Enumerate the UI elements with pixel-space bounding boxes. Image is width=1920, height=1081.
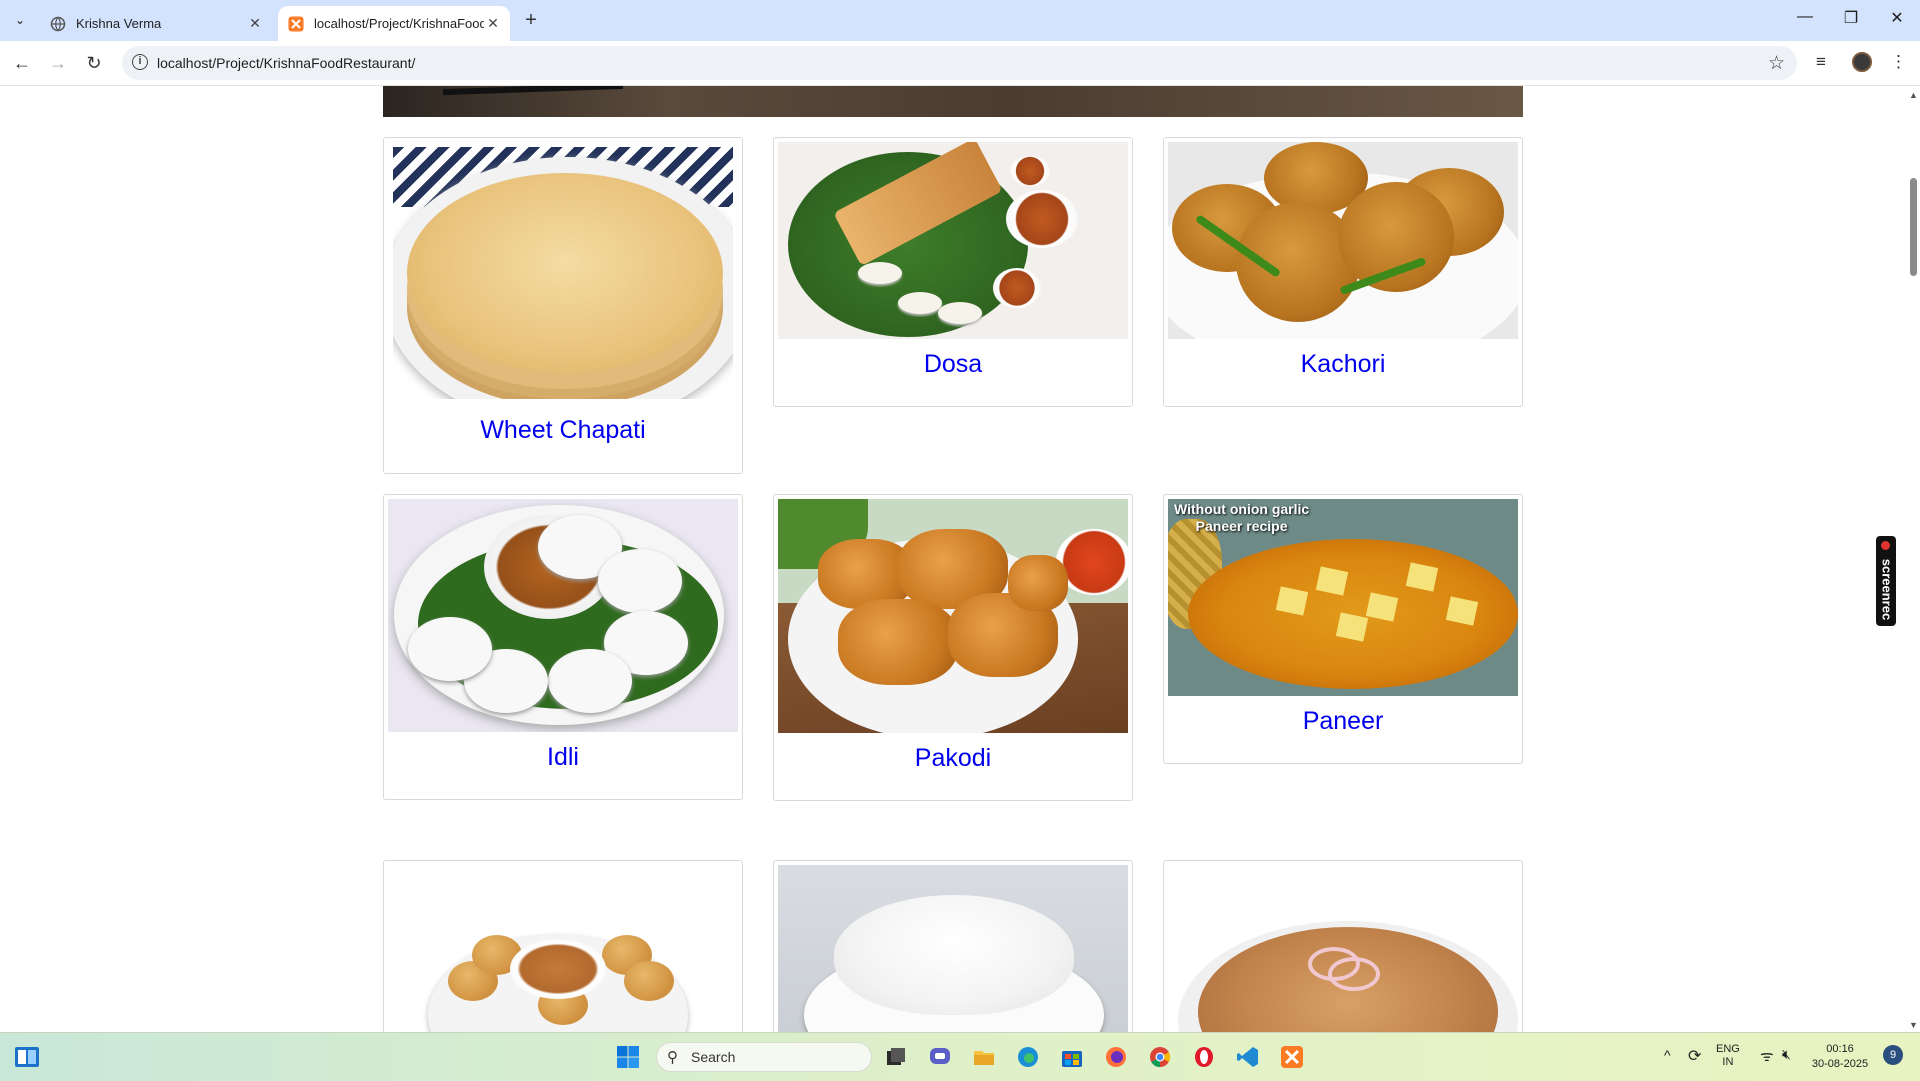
opera-icon[interactable] xyxy=(1192,1045,1216,1069)
page-viewport: Wheet Chapati Dosa Kachori Idli Pakodi W… xyxy=(0,86,1906,1032)
bookmark-star-icon[interactable]: ☆ xyxy=(1768,52,1785,75)
teams-chat-icon[interactable] xyxy=(928,1045,952,1069)
menu-item-name[interactable]: Idli xyxy=(384,743,742,772)
start-windows-icon[interactable] xyxy=(616,1045,640,1069)
screenrec-label: screenrec xyxy=(1879,558,1895,621)
hero-banner-image xyxy=(383,86,1523,117)
dosa-image xyxy=(778,142,1128,339)
clock[interactable]: 00:16 30-08-2025 xyxy=(1810,1042,1870,1072)
menu-item-name[interactable]: Pakodi xyxy=(774,744,1132,773)
tab-search-chevron-icon[interactable]: ⌄ xyxy=(10,10,30,30)
globe-icon xyxy=(50,16,66,31)
address-bar[interactable]: i localhost/Project/KrishnaFoodRestauran… xyxy=(122,46,1797,80)
store-icon[interactable] xyxy=(1060,1045,1084,1069)
site-info-icon[interactable]: i xyxy=(132,54,148,70)
search-label: Search xyxy=(691,1049,736,1065)
back-icon[interactable]: ← xyxy=(10,52,34,74)
close-window-icon[interactable]: ✕ xyxy=(1882,8,1912,28)
more-menu-icon[interactable]: ⋮ xyxy=(1890,52,1907,72)
page-scrollbar[interactable]: ▲ ▼ xyxy=(1906,86,1920,1032)
language-indicator[interactable]: ENG IN xyxy=(1716,1043,1740,1069)
menu-card-kachori[interactable]: Kachori xyxy=(1163,137,1523,407)
task-view-icon[interactable] xyxy=(884,1045,908,1069)
profile-avatar[interactable] xyxy=(1852,52,1872,72)
url-text[interactable]: localhost/Project/KrishnaFoodRestaurant/ xyxy=(157,55,415,71)
pani-puri-image xyxy=(388,865,738,1032)
scroll-down-icon[interactable]: ▼ xyxy=(1909,1020,1918,1030)
paneer-image: Without onion garlic Paneer recipe xyxy=(1168,499,1518,696)
date-text: 30-08-2025 xyxy=(1811,1058,1869,1070)
paratha-image xyxy=(1168,865,1518,1032)
pakodi-image xyxy=(778,499,1128,733)
wifi-icon[interactable]: ᯤ xyxy=(1760,1046,1774,1066)
close-tab-icon[interactable]: ✕ xyxy=(246,15,264,32)
menu-card-paratha[interactable] xyxy=(1163,860,1523,1032)
media-control-icon[interactable]: ≡ xyxy=(1816,52,1826,72)
menu-card-paneer[interactable]: Without onion garlic Paneer recipe Panee… xyxy=(1163,494,1523,764)
close-tab-icon[interactable]: ✕ xyxy=(484,15,502,32)
scroll-up-icon[interactable]: ▲ xyxy=(1909,90,1918,100)
reload-icon[interactable]: ↻ xyxy=(82,52,106,74)
tab-krishna-verma[interactable]: Krishna Verma ✕ xyxy=(40,6,272,41)
menu-item-name[interactable]: Paneer xyxy=(1164,707,1522,736)
show-hidden-icons-chevron[interactable]: ^ xyxy=(1664,1047,1671,1063)
xampp-icon xyxy=(288,16,304,31)
paneer-image-caption: Without onion garlic Paneer recipe xyxy=(1174,501,1310,534)
kachori-image xyxy=(1168,142,1518,339)
menu-card-pakodi[interactable]: Pakodi xyxy=(773,494,1133,801)
tab-title: Krishna Verma xyxy=(76,16,162,31)
browser-tab-strip: ⌄ Krishna Verma ✕ localhost/Project/Kris… xyxy=(0,0,1920,41)
restore-icon[interactable]: ❐ xyxy=(1836,8,1866,28)
menu-card-chapati[interactable]: Wheet Chapati xyxy=(383,137,743,474)
edge-icon[interactable] xyxy=(1016,1045,1040,1069)
new-tab-icon[interactable]: + xyxy=(520,9,542,32)
menu-item-name[interactable]: Dosa xyxy=(774,350,1132,379)
search-icon: ⚲ xyxy=(667,1049,678,1066)
chapati-image xyxy=(393,147,733,399)
idli-image xyxy=(388,499,738,732)
menu-item-name[interactable]: Kachori xyxy=(1164,350,1522,379)
xampp-taskbar-icon[interactable] xyxy=(1280,1045,1304,1069)
menu-card-pani-puri[interactable] xyxy=(383,860,743,1032)
scrollbar-thumb[interactable] xyxy=(1910,178,1917,276)
tab-localhost[interactable]: localhost/Project/KrishnaFoodR ✕ xyxy=(278,6,510,41)
time-text: 00:16 xyxy=(1826,1043,1854,1055)
firefox-icon[interactable] xyxy=(1104,1045,1128,1069)
record-dot-icon xyxy=(1881,541,1890,550)
rice-image xyxy=(778,865,1128,1032)
menu-card-rice[interactable] xyxy=(773,860,1133,1032)
chrome-icon[interactable] xyxy=(1148,1045,1172,1069)
menu-card-dosa[interactable]: Dosa xyxy=(773,137,1133,407)
windows-taskbar: ⚲ Search ^ ⟳ ENG IN ᯤ 🔇︎ 00:16 30-08-202… xyxy=(0,1032,1920,1081)
notification-badge[interactable]: 9 xyxy=(1883,1045,1903,1065)
screenrec-widget[interactable]: screenrec xyxy=(1876,536,1896,626)
browser-toolbar: ← → ↻ i localhost/Project/KrishnaFoodRes… xyxy=(0,41,1920,86)
speaker-muted-icon[interactable]: 🔇︎ xyxy=(1782,1046,1791,1063)
widgets-icon[interactable] xyxy=(14,1046,40,1068)
file-explorer-icon[interactable] xyxy=(972,1045,996,1069)
taskbar-search-box[interactable]: ⚲ Search xyxy=(656,1042,872,1072)
menu-item-name[interactable]: Wheet Chapati xyxy=(384,416,742,445)
forward-icon[interactable]: → xyxy=(46,52,70,74)
tab-title: localhost/Project/KrishnaFoodR xyxy=(314,16,484,31)
menu-card-idli[interactable]: Idli xyxy=(383,494,743,800)
vscode-icon[interactable] xyxy=(1236,1045,1260,1069)
minimize-icon[interactable]: — xyxy=(1790,8,1820,26)
sync-icon[interactable]: ⟳ xyxy=(1688,1046,1701,1066)
